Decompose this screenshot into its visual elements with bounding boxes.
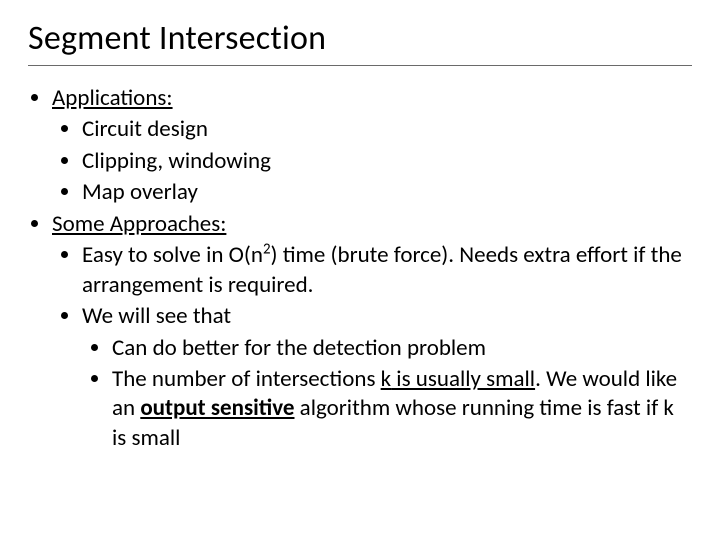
underlined-text: is usually small [391, 365, 535, 393]
list-item: Circuit design [82, 115, 692, 144]
bold-underlined-text: output sensitive [140, 394, 294, 422]
superscript: 2 [263, 241, 271, 259]
bullet-list: Applications: Circuit design Clipping, w… [28, 84, 692, 453]
slide: Segment Intersection Applications: Circu… [0, 0, 720, 540]
list-item: The number of intersections k is usually… [112, 365, 692, 453]
approaches-heading: Some Approaches: [52, 210, 226, 238]
list-item: We will see that Can do better for the d… [82, 302, 692, 453]
slide-title: Segment Intersection [28, 18, 692, 59]
text-segment: Easy to solve in O(n [82, 241, 263, 269]
applications-heading: Applications: [52, 84, 173, 112]
title-underline [28, 65, 692, 66]
list-item: Map overlay [82, 178, 692, 207]
list-item: Applications: Circuit design Clipping, w… [52, 84, 692, 208]
list-item: Can do better for the detection problem [112, 334, 692, 363]
list-item: Easy to solve in O(n2) time (brute force… [82, 241, 692, 300]
list-item: Some Approaches: Easy to solve in O(n2) … [52, 210, 692, 454]
text-segment: The number of intersections [112, 365, 381, 393]
underlined-text: k [381, 365, 391, 393]
text-segment: We will see that [82, 302, 231, 330]
list-item: Clipping, windowing [82, 147, 692, 176]
